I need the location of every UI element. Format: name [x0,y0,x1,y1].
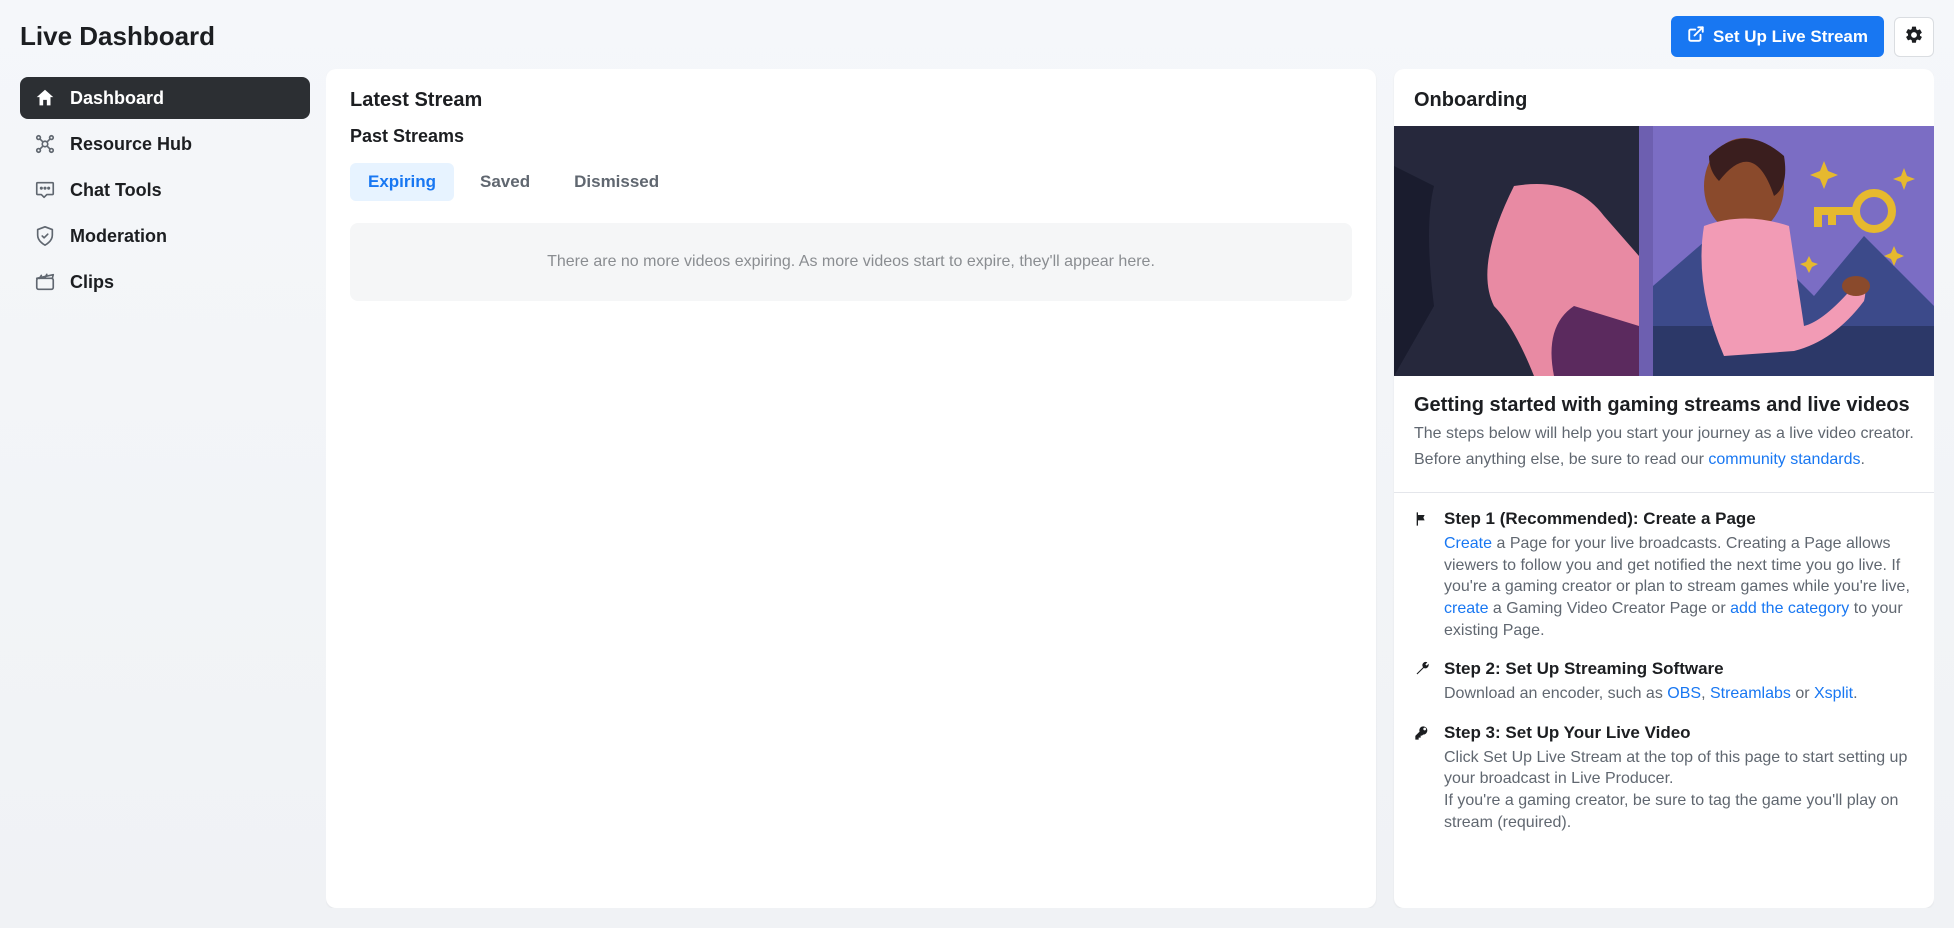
topbar: Live Dashboard Set Up Live Stream [0,0,1954,69]
step-title: Step 3: Set Up Your Live Video [1444,723,1914,743]
step-body-line1: Click Set Up Live Stream at the top of t… [1444,747,1914,790]
sidebar-item-label: Resource Hub [70,134,192,155]
step-title: Step 2: Set Up Streaming Software [1444,659,1858,679]
latest-stream-heading: Latest Stream [350,89,1352,112]
onboarding-steps: Step 1 (Recommended): Create a Page Crea… [1394,493,1934,867]
sidebar-item-clips[interactable]: Clips [20,261,310,303]
page-title: Live Dashboard [20,21,215,52]
onboarding-heading: Onboarding [1394,89,1934,126]
stream-tabs: Expiring Saved Dismissed [350,163,1352,201]
streams-card: Latest Stream Past Streams Expiring Save… [326,69,1376,908]
sidebar-item-dashboard[interactable]: Dashboard [20,77,310,119]
sidebar: Dashboard Resource Hub Chat Tools Modera… [20,69,310,908]
onboarding-illustration [1394,126,1934,376]
sidebar-item-chat-tools[interactable]: Chat Tools [20,169,310,211]
setup-button-label: Set Up Live Stream [1713,27,1868,47]
empty-state-message: There are no more videos expiring. As mo… [547,253,1155,270]
streamlabs-link[interactable]: Streamlabs [1710,685,1791,702]
topbar-actions: Set Up Live Stream [1671,16,1934,57]
clapper-icon [34,271,56,293]
sidebar-item-label: Clips [70,272,114,293]
text: . [1860,451,1864,468]
onboarding-title: Getting started with gaming streams and … [1414,394,1914,417]
settings-button[interactable] [1894,17,1934,57]
xsplit-link[interactable]: Xsplit [1814,685,1853,702]
wrench-icon [1414,661,1432,705]
step-body-line2: If you're a gaming creator, be sure to t… [1444,790,1914,833]
resource-icon [34,133,56,155]
sidebar-item-label: Moderation [70,226,167,247]
empty-state: There are no more videos expiring. As mo… [350,223,1352,301]
flag-icon [1414,511,1432,641]
text: . [1853,685,1857,702]
onboarding-step-1: Step 1 (Recommended): Create a Page Crea… [1414,509,1914,641]
text: , [1701,685,1710,702]
sidebar-item-label: Dashboard [70,88,164,109]
add-category-link[interactable]: add the category [1730,600,1849,617]
gear-icon [1904,25,1924,48]
home-icon [34,87,56,109]
community-standards-link[interactable]: community standards [1708,451,1860,468]
onboarding-step-3: Step 3: Set Up Your Live Video Click Set… [1414,723,1914,833]
text: or [1791,685,1814,702]
create-gaming-page-link[interactable]: create [1444,600,1488,617]
step-title: Step 1 (Recommended): Create a Page [1444,509,1914,529]
sidebar-item-resource-hub[interactable]: Resource Hub [20,123,310,165]
step-body: Download an encoder, such as OBS, Stream… [1444,683,1858,705]
tab-dismissed[interactable]: Dismissed [556,163,677,201]
onboarding-card: Onboarding [1394,69,1934,908]
onboarding-intro: Getting started with gaming streams and … [1394,376,1934,493]
tab-expiring[interactable]: Expiring [350,163,454,201]
onboarding-intro-line2: Before anything else, be sure to read ou… [1414,449,1914,471]
text: a Gaming Video Creator Page or [1488,600,1730,617]
key-icon [1414,725,1432,833]
sidebar-item-label: Chat Tools [70,180,162,201]
past-streams-heading: Past Streams [350,126,1352,147]
onboarding-intro-line1: The steps below will help you start your… [1414,423,1914,445]
text: Download an encoder, such as [1444,685,1667,702]
sidebar-item-moderation[interactable]: Moderation [20,215,310,257]
shield-icon [34,225,56,247]
tab-saved[interactable]: Saved [462,163,548,201]
text: Before anything else, be sure to read ou… [1414,451,1708,468]
text: a Page for your live broadcasts. Creatin… [1444,535,1910,595]
onboarding-step-2: Step 2: Set Up Streaming Software Downlo… [1414,659,1914,705]
create-page-link[interactable]: Create [1444,535,1492,552]
external-link-icon [1687,25,1705,48]
step-body: Create a Page for your live broadcasts. … [1444,533,1914,641]
obs-link[interactable]: OBS [1667,685,1701,702]
chat-icon [34,179,56,201]
setup-live-stream-button[interactable]: Set Up Live Stream [1671,16,1884,57]
